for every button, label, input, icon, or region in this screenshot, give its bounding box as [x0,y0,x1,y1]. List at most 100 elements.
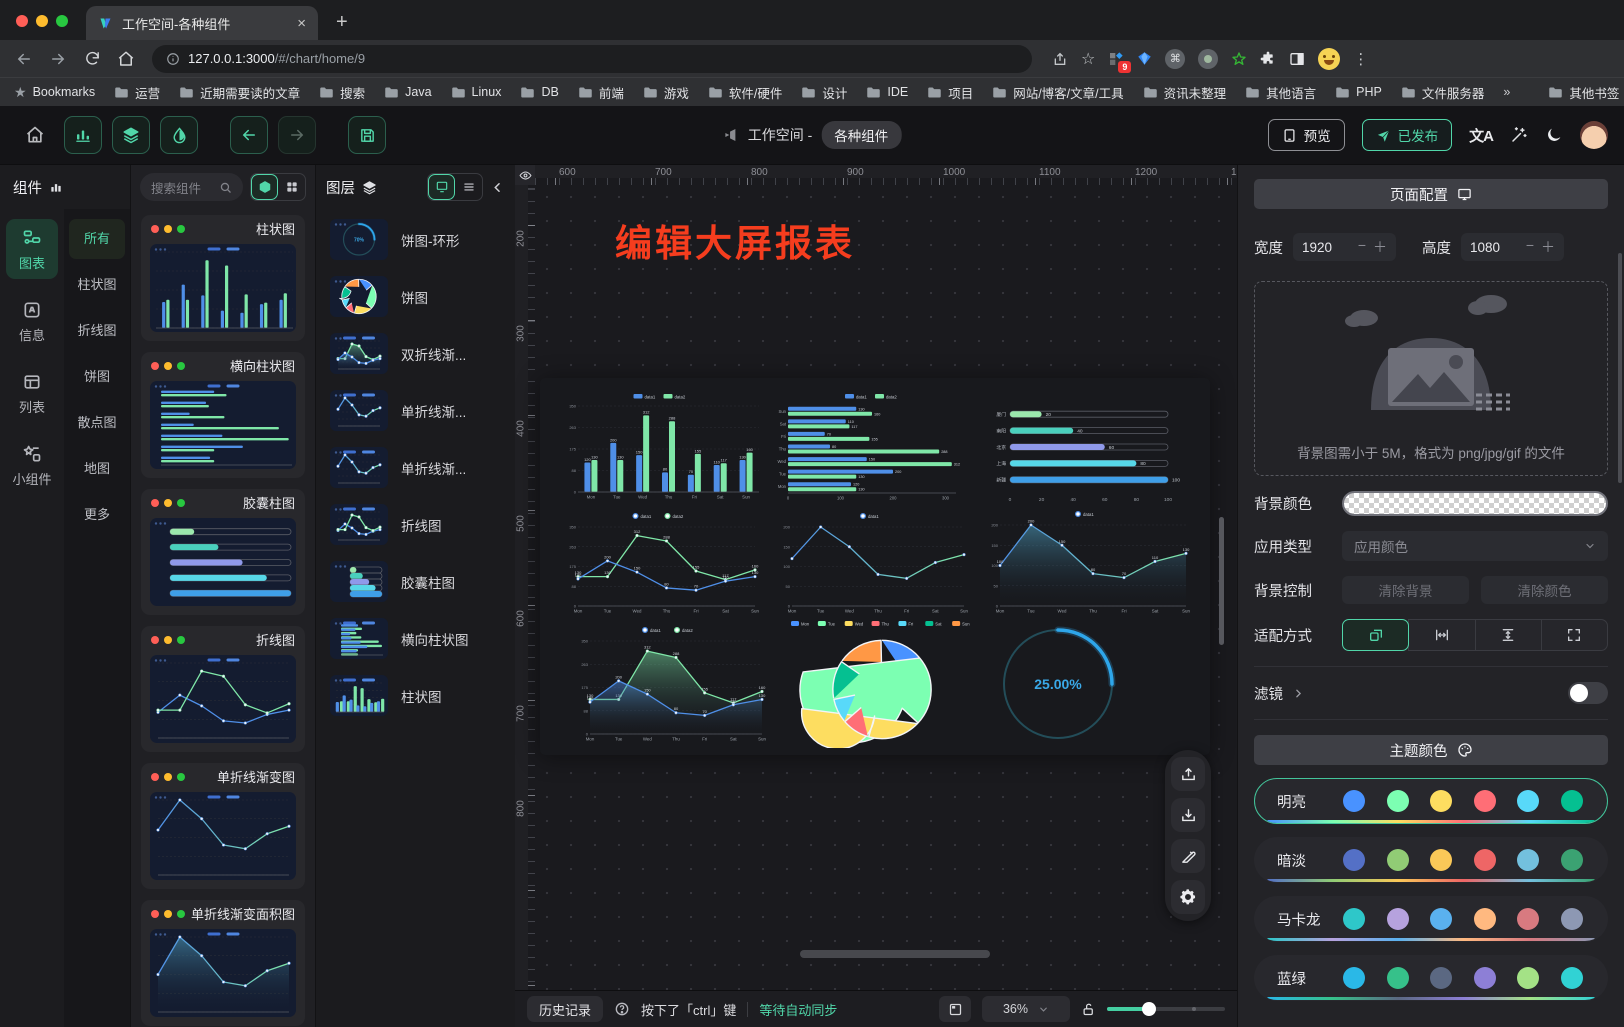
theme-color-dot[interactable] [1474,908,1496,930]
bookmark-item[interactable]: 前端 [578,83,624,102]
thumbnail-view-icon[interactable] [428,174,455,200]
chart-ring-progress[interactable]: 25.00% [968,622,1148,746]
theme-color-dot[interactable] [1387,908,1409,930]
bookmark-item[interactable]: IDE [866,83,908,102]
category-item[interactable]: 饼图 [69,357,125,397]
theme-color-dot[interactable] [1343,967,1365,989]
filter-toggle[interactable] [1568,682,1608,704]
height-plus-icon[interactable]: ＋ [1541,237,1555,257]
zoom-slider[interactable] [1107,1002,1225,1016]
dashboard-preview[interactable]: 350263175880120130Mon200130Tue150312Wed8… [540,378,1210,755]
theme-color-dot[interactable] [1474,967,1496,989]
bookmark-item[interactable]: 搜索 [319,83,365,102]
theme-color-dot[interactable] [1387,967,1409,989]
box-view-icon[interactable] [251,174,278,200]
bookmark-item[interactable]: DB [520,83,558,102]
chart-panel-toggle-button[interactable] [64,116,102,154]
app-home-icon[interactable] [16,116,54,154]
new-tab-button[interactable]: + [318,11,348,40]
width-minus-icon[interactable]: − [1358,237,1366,257]
fit-height-button[interactable] [1475,619,1542,651]
theme-color-dot[interactable] [1430,967,1452,989]
component-card[interactable]: 胶囊柱图 [141,489,305,615]
sidebar-item-1[interactable]: 图表 [6,219,58,279]
theme-option-明亮[interactable]: 明亮 [1254,778,1608,824]
horizontal-scrollbar[interactable] [800,950,990,958]
theme-color-dot[interactable] [1343,790,1365,812]
theme-color-dot[interactable] [1430,908,1452,930]
theme-color-dot[interactable] [1343,908,1365,930]
bookmark-item[interactable]: 资讯未整理 [1143,83,1227,102]
dark-mode-moon-icon[interactable] [1545,126,1563,144]
history-button[interactable]: 历史记录 [527,996,603,1022]
project-name-pill[interactable]: 各种组件 [821,121,901,149]
clear-background-button[interactable]: 清除背景 [1342,576,1469,604]
chart-double-area-gradient[interactable]: 3502631758801301303122881551171601202001… [570,624,770,746]
extension-grid-icon[interactable]: 9 [1108,51,1124,67]
layers-panel-toggle-button[interactable] [112,116,150,154]
bookmark-star-icon[interactable]: ☆ [1081,49,1095,69]
theme-color-dot[interactable] [1387,790,1409,812]
fit-full-button[interactable] [1541,619,1608,651]
bg-color-swatch[interactable] [1342,491,1608,516]
profile-avatar[interactable] [1318,48,1340,70]
extension-diamond-icon[interactable] [1137,51,1152,66]
share-icon[interactable] [1052,51,1068,67]
layer-item[interactable]: 胶囊柱图 [330,561,515,602]
theme-color-dot[interactable] [1517,790,1539,812]
maximize-window-button[interactable] [56,15,68,27]
theme-color-dot[interactable] [1561,967,1583,989]
export-button[interactable] [1171,757,1205,791]
component-card[interactable]: 单折线渐变图 [141,763,305,889]
chart-donut-pie[interactable]: MonTueWedThuFriSatSun [788,618,976,748]
collapse-panel-icon[interactable] [490,180,505,195]
panel-scrollbar[interactable] [1618,253,1622,483]
other-bookmarks[interactable]: 其他书签 [1548,83,1619,102]
language-switch-icon[interactable]: 文A [1469,125,1493,146]
layout-panel-icon[interactable] [939,996,971,1022]
bookmark-item[interactable]: Java [384,83,431,102]
sidebar-item-2[interactable]: 信息 [6,291,58,351]
layer-item[interactable]: 折线图 [330,504,515,545]
app-type-select[interactable]: 应用颜色 [1342,531,1608,561]
bookmark-item[interactable]: 设计 [801,83,847,102]
width-plus-icon[interactable]: ＋ [1373,237,1387,257]
redo-button[interactable] [278,116,316,154]
category-item[interactable]: 更多 [69,495,125,535]
settings-gear-icon[interactable] [1171,880,1205,914]
grid-view-icon[interactable] [278,174,305,200]
chart-bar[interactable]: 350263175880120130Mon200130Tue150312Wed8… [558,390,763,504]
background-upload-dropzone[interactable]: 背景图需小于 5M，格式为 png/jpg/gif 的文件 [1254,281,1608,476]
component-card[interactable]: 折线图 [141,626,305,752]
chevron-right-icon[interactable] [1292,687,1305,700]
layer-item[interactable]: 柱状图 [330,675,515,716]
layer-item[interactable]: 70%饼图-环形 [330,219,515,260]
category-item[interactable]: 散点图 [69,403,125,443]
bookmark-item[interactable]: 运营 [114,83,160,102]
fit-width-button[interactable] [1408,619,1475,651]
theme-color-dot[interactable] [1430,790,1452,812]
layer-item[interactable]: 单折线渐... [330,390,515,431]
bookmarks-root[interactable]: ★ Bookmarks [14,84,95,101]
list-view-icon[interactable] [455,174,482,200]
save-button[interactable] [348,116,386,154]
sidebar-toggle-icon[interactable] [1289,51,1305,67]
canvas-area[interactable]: 6007008009001000110012001300 20030040050… [515,165,1237,990]
bookmark-item[interactable]: 文件服务器 [1401,83,1485,102]
category-item[interactable]: 柱状图 [69,265,125,305]
theme-color-dot[interactable] [1561,849,1583,871]
theme-color-dot[interactable] [1517,967,1539,989]
search-icon[interactable] [219,181,232,194]
magic-wand-icon[interactable] [1510,126,1528,144]
theme-color-dot[interactable] [1517,908,1539,930]
category-item[interactable]: 所有 [69,219,125,259]
toggle-guides-eye-icon[interactable] [515,165,535,185]
chart-line[interactable]: 3502631758801301303122881551171601202001… [558,510,763,618]
sidebar-item-3[interactable]: 列表 [6,363,58,423]
theme-color-dot[interactable] [1343,849,1365,871]
chart-single-area-gradient[interactable]: 2001501005001002001508070110130MonTueWed… [980,508,1194,618]
zoom-select[interactable]: 36% [982,996,1070,1022]
reload-icon[interactable] [78,45,106,73]
bookmark-item[interactable]: 网站/博客/文章/工具 [992,83,1123,102]
tab-close-icon[interactable]: × [297,15,306,32]
